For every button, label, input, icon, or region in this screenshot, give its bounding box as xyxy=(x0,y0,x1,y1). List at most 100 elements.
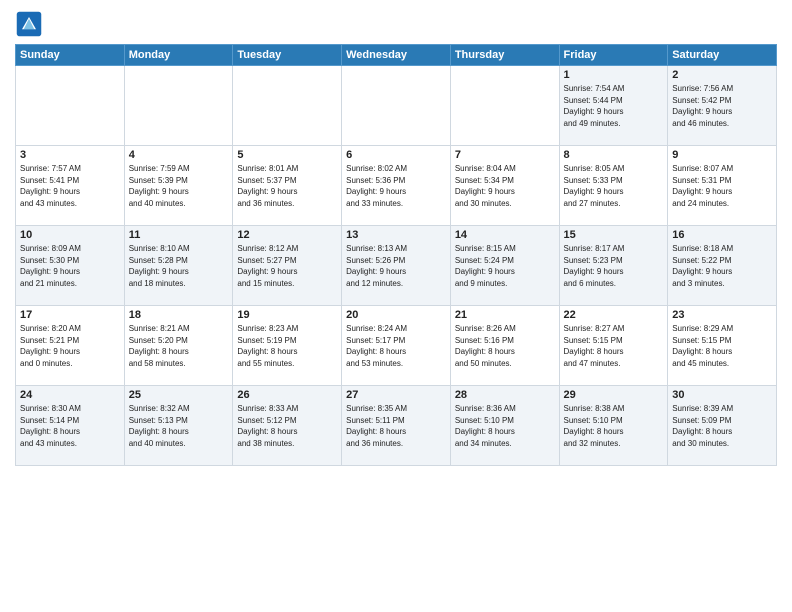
day-number: 10 xyxy=(20,229,120,241)
week-row-1: 1 Sunrise: 7:54 AM Sunset: 5:44 PM Daylig… xyxy=(16,66,777,146)
day-number: 30 xyxy=(672,389,772,401)
week-row-4: 17 Sunrise: 8:20 AM Sunset: 5:21 PM Dayli… xyxy=(16,306,777,386)
day-info: Sunrise: 7:57 AM Sunset: 5:41 PM Dayligh… xyxy=(20,163,120,209)
day-info: Sunrise: 8:15 AM Sunset: 5:24 PM Dayligh… xyxy=(455,243,555,289)
header-day-thursday: Thursday xyxy=(450,45,559,66)
calendar-cell: 11 Sunrise: 8:10 AM Sunset: 5:28 PM Dayli… xyxy=(124,226,233,306)
day-number: 4 xyxy=(129,149,229,161)
header-day-wednesday: Wednesday xyxy=(342,45,451,66)
header xyxy=(15,10,777,38)
day-info: Sunrise: 8:12 AM Sunset: 5:27 PM Dayligh… xyxy=(237,243,337,289)
day-info: Sunrise: 8:20 AM Sunset: 5:21 PM Dayligh… xyxy=(20,323,120,369)
day-info: Sunrise: 7:59 AM Sunset: 5:39 PM Dayligh… xyxy=(129,163,229,209)
calendar-cell: 23 Sunrise: 8:29 AM Sunset: 5:15 PM Dayli… xyxy=(668,306,777,386)
calendar-cell: 28Sunrise: 8:36 AM Sunset: 5:10 PM Dayli… xyxy=(450,386,559,466)
day-info: Sunrise: 8:32 AM Sunset: 5:13 PM Dayligh… xyxy=(129,403,229,449)
header-day-monday: Monday xyxy=(124,45,233,66)
calendar-cell: 29 Sunrise: 8:38 AM Sunset: 5:10 PM Dayli… xyxy=(559,386,668,466)
day-number: 6 xyxy=(346,149,446,161)
calendar-cell: 8 Sunrise: 8:05 AM Sunset: 5:33 PM Daylig… xyxy=(559,146,668,226)
day-number: 20 xyxy=(346,309,446,321)
day-number: 23 xyxy=(672,309,772,321)
day-info: Sunrise: 8:17 AM Sunset: 5:23 PM Dayligh… xyxy=(564,243,664,289)
calendar-cell: 14 Sunrise: 8:15 AM Sunset: 5:24 PM Dayli… xyxy=(450,226,559,306)
day-info: Sunrise: 8:21 AM Sunset: 5:20 PM Dayligh… xyxy=(129,323,229,369)
calendar-cell: 7Sunrise: 8:04 AM Sunset: 5:34 PM Daylig… xyxy=(450,146,559,226)
calendar-cell xyxy=(450,66,559,146)
calendar-cell: 4 Sunrise: 7:59 AM Sunset: 5:39 PM Daylig… xyxy=(124,146,233,226)
day-info: Sunrise: 8:01 AM Sunset: 5:37 PM Dayligh… xyxy=(237,163,337,209)
day-number: 15 xyxy=(564,229,664,241)
day-number: 9 xyxy=(672,149,772,161)
day-number: 12 xyxy=(237,229,337,241)
logo-icon xyxy=(15,10,43,38)
calendar-page: SundayMondayTuesdayWednesdayThursdayFrid… xyxy=(0,0,792,612)
calendar-cell: 27 Sunrise: 8:35 AM Sunset: 5:11 PM Dayli… xyxy=(342,386,451,466)
calendar-cell: 1 Sunrise: 7:54 AM Sunset: 5:44 PM Daylig… xyxy=(559,66,668,146)
day-info: Sunrise: 8:10 AM Sunset: 5:28 PM Dayligh… xyxy=(129,243,229,289)
header-day-sunday: Sunday xyxy=(16,45,125,66)
day-info: Sunrise: 8:02 AM Sunset: 5:36 PM Dayligh… xyxy=(346,163,446,209)
day-number: 17 xyxy=(20,309,120,321)
day-number: 1 xyxy=(564,69,664,81)
day-info: Sunrise: 8:18 AM Sunset: 5:22 PM Dayligh… xyxy=(672,243,772,289)
calendar-cell xyxy=(16,66,125,146)
header-row: SundayMondayTuesdayWednesdayThursdayFrid… xyxy=(16,45,777,66)
day-number: 18 xyxy=(129,309,229,321)
calendar-cell: 5 Sunrise: 8:01 AM Sunset: 5:37 PM Daylig… xyxy=(233,146,342,226)
calendar-cell: 9 Sunrise: 8:07 AM Sunset: 5:31 PM Daylig… xyxy=(668,146,777,226)
day-info: Sunrise: 8:24 AM Sunset: 5:17 PM Dayligh… xyxy=(346,323,446,369)
calendar-cell: 16 Sunrise: 8:18 AM Sunset: 5:22 PM Dayli… xyxy=(668,226,777,306)
day-info: Sunrise: 8:27 AM Sunset: 5:15 PM Dayligh… xyxy=(564,323,664,369)
header-day-saturday: Saturday xyxy=(668,45,777,66)
day-info: Sunrise: 8:23 AM Sunset: 5:19 PM Dayligh… xyxy=(237,323,337,369)
day-info: Sunrise: 8:13 AM Sunset: 5:26 PM Dayligh… xyxy=(346,243,446,289)
calendar-cell: 6 Sunrise: 8:02 AM Sunset: 5:36 PM Daylig… xyxy=(342,146,451,226)
day-number: 11 xyxy=(129,229,229,241)
calendar-table: SundayMondayTuesdayWednesdayThursdayFrid… xyxy=(15,44,777,466)
day-info: Sunrise: 8:38 AM Sunset: 5:10 PM Dayligh… xyxy=(564,403,664,449)
day-info: Sunrise: 8:04 AM Sunset: 5:34 PM Dayligh… xyxy=(455,163,555,209)
day-info: Sunrise: 8:05 AM Sunset: 5:33 PM Dayligh… xyxy=(564,163,664,209)
day-info: Sunrise: 8:07 AM Sunset: 5:31 PM Dayligh… xyxy=(672,163,772,209)
day-info: Sunrise: 8:09 AM Sunset: 5:30 PM Dayligh… xyxy=(20,243,120,289)
day-info: Sunrise: 8:39 AM Sunset: 5:09 PM Dayligh… xyxy=(672,403,772,449)
day-info: Sunrise: 8:35 AM Sunset: 5:11 PM Dayligh… xyxy=(346,403,446,449)
calendar-cell: 30 Sunrise: 8:39 AM Sunset: 5:09 PM Dayli… xyxy=(668,386,777,466)
week-row-3: 10 Sunrise: 8:09 AM Sunset: 5:30 PM Dayli… xyxy=(16,226,777,306)
calendar-cell: 24Sunrise: 8:30 AM Sunset: 5:14 PM Dayli… xyxy=(16,386,125,466)
day-number: 8 xyxy=(564,149,664,161)
day-number: 5 xyxy=(237,149,337,161)
day-info: Sunrise: 8:36 AM Sunset: 5:10 PM Dayligh… xyxy=(455,403,555,449)
day-number: 2 xyxy=(672,69,772,81)
calendar-cell: 13Sunrise: 8:13 AM Sunset: 5:26 PM Dayli… xyxy=(342,226,451,306)
day-info: Sunrise: 7:56 AM Sunset: 5:42 PM Dayligh… xyxy=(672,83,772,129)
calendar-cell: 3 Sunrise: 7:57 AM Sunset: 5:41 PM Daylig… xyxy=(16,146,125,226)
day-info: Sunrise: 8:33 AM Sunset: 5:12 PM Dayligh… xyxy=(237,403,337,449)
day-number: 14 xyxy=(455,229,555,241)
calendar-cell: 10 Sunrise: 8:09 AM Sunset: 5:30 PM Dayli… xyxy=(16,226,125,306)
calendar-cell xyxy=(233,66,342,146)
logo xyxy=(15,10,45,38)
calendar-cell: 19 Sunrise: 8:23 AM Sunset: 5:19 PM Dayli… xyxy=(233,306,342,386)
day-number: 16 xyxy=(672,229,772,241)
day-info: Sunrise: 8:30 AM Sunset: 5:14 PM Dayligh… xyxy=(20,403,120,449)
day-number: 19 xyxy=(237,309,337,321)
calendar-cell: 12 Sunrise: 8:12 AM Sunset: 5:27 PM Dayli… xyxy=(233,226,342,306)
day-number: 29 xyxy=(564,389,664,401)
calendar-cell: 25Sunrise: 8:32 AM Sunset: 5:13 PM Dayli… xyxy=(124,386,233,466)
day-number: 3 xyxy=(20,149,120,161)
week-row-5: 24Sunrise: 8:30 AM Sunset: 5:14 PM Dayli… xyxy=(16,386,777,466)
calendar-cell: 18 Sunrise: 8:21 AM Sunset: 5:20 PM Dayli… xyxy=(124,306,233,386)
calendar-cell: 2 Sunrise: 7:56 AM Sunset: 5:42 PM Daylig… xyxy=(668,66,777,146)
day-info: Sunrise: 7:54 AM Sunset: 5:44 PM Dayligh… xyxy=(564,83,664,129)
calendar-cell: 21Sunrise: 8:26 AM Sunset: 5:16 PM Dayli… xyxy=(450,306,559,386)
calendar-cell: 17 Sunrise: 8:20 AM Sunset: 5:21 PM Dayli… xyxy=(16,306,125,386)
week-row-2: 3 Sunrise: 7:57 AM Sunset: 5:41 PM Daylig… xyxy=(16,146,777,226)
calendar-cell: 22Sunrise: 8:27 AM Sunset: 5:15 PM Dayli… xyxy=(559,306,668,386)
day-number: 26 xyxy=(237,389,337,401)
day-info: Sunrise: 8:29 AM Sunset: 5:15 PM Dayligh… xyxy=(672,323,772,369)
calendar-cell: 15 Sunrise: 8:17 AM Sunset: 5:23 PM Dayli… xyxy=(559,226,668,306)
day-number: 27 xyxy=(346,389,446,401)
calendar-cell xyxy=(342,66,451,146)
